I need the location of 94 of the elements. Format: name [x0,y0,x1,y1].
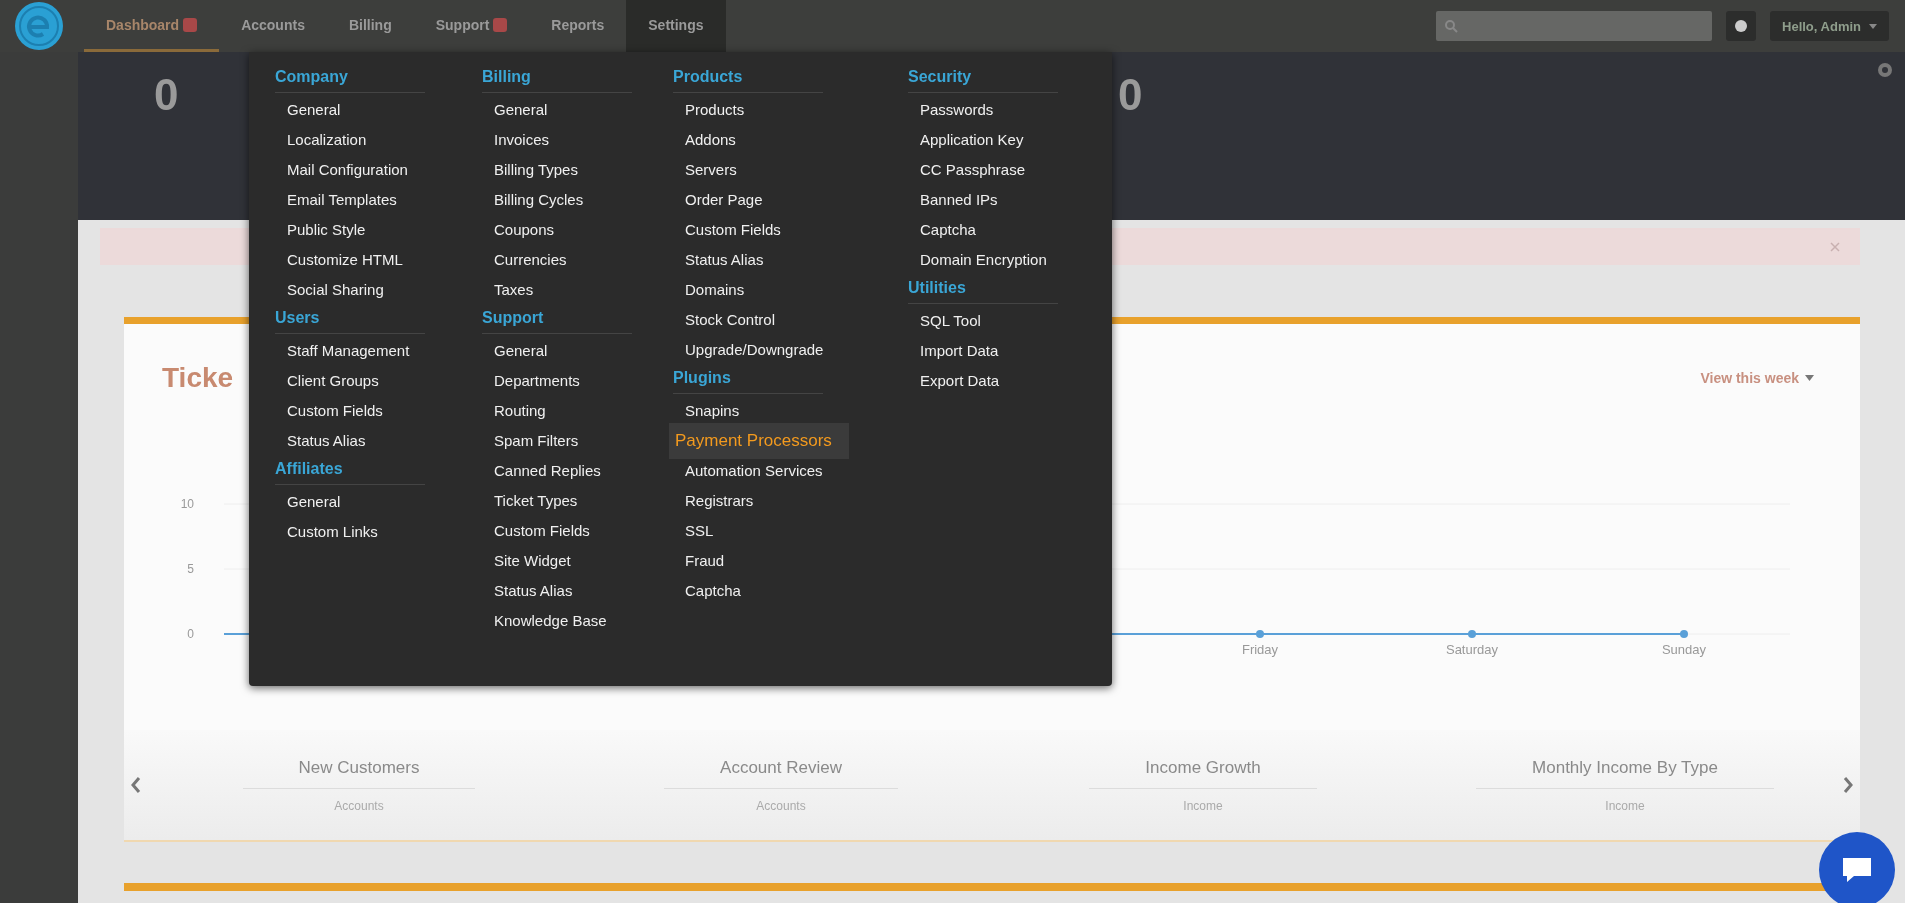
menu-item[interactable]: Social Sharing [275,275,396,305]
caret-icon [1869,23,1877,29]
circle-icon [1735,20,1748,32]
logo-icon[interactable] [13,0,65,52]
menu-item[interactable]: Spam Filters [482,426,591,456]
menu-item[interactable]: Departments [482,366,592,396]
nav-tab[interactable]: Settings [626,0,726,52]
menu-item[interactable]: Client Groups [275,366,391,396]
menu-item[interactable]: Knowledge Base [482,606,619,636]
menu-item[interactable]: Coupons [482,215,567,245]
menu-item[interactable]: Status Alias [482,576,585,606]
menu-item[interactable]: Ticket Types [482,486,590,516]
menu-item[interactable]: Staff Management [275,336,422,366]
menu-item[interactable]: Billing Cycles [482,185,596,215]
menu-item[interactable]: Snapins [673,396,752,426]
search-icon [1444,19,1459,33]
settings-icon[interactable] [1877,62,1893,78]
nav-tab[interactable]: Support [413,0,530,52]
menu-section-heading: Products [673,68,823,93]
chevron-right-icon[interactable] [1843,777,1853,793]
y-axis-label: 0 [187,627,194,641]
x-axis-label: Saturday [1446,642,1498,657]
menu-item[interactable]: Status Alias [673,245,776,275]
menu-item[interactable]: Registrars [673,486,766,516]
menu-item[interactable]: Captcha [908,215,988,245]
chevron-left-icon[interactable] [131,777,141,793]
menu-item[interactable]: General [275,95,353,125]
menu-item[interactable]: Custom Links [275,517,390,547]
menu-section-heading: Billing [482,68,632,93]
menu-item[interactable]: Captcha [673,576,753,606]
menu-section-heading: Affiliates [275,460,425,485]
user-menu-button[interactable]: Hello, Admin [1770,11,1889,41]
menu-item[interactable]: Fraud [673,546,737,576]
stat-value: 0 [1118,70,1143,120]
menu-item[interactable]: Application Key [908,125,1036,155]
nav-tab[interactable]: Accounts [219,0,327,52]
menu-section-heading: Support [482,309,632,334]
menu-section-heading: Utilities [908,279,1058,304]
menu-item[interactable]: Custom Fields [482,516,602,546]
menu-section-heading: Company [275,68,425,93]
menu-item[interactable]: Order Page [673,185,775,215]
menu-item[interactable]: Payment Processors [669,423,849,459]
menu-section-heading: Plugins [673,369,823,394]
menu-item[interactable]: Custom Fields [673,215,793,245]
x-axis-label: Friday [1241,642,1279,657]
chat-icon [1840,855,1874,885]
notifications-button[interactable] [1726,11,1757,41]
caret-icon [1805,375,1814,381]
menu-section-heading: Security [908,68,1058,93]
search-field[interactable] [1436,11,1713,41]
menu-item[interactable]: Site Widget [482,546,583,576]
menu-item[interactable]: Export Data [908,366,1012,396]
report-category: Income [1605,798,1645,813]
menu-item[interactable]: Localization [275,125,379,155]
x-axis-label: Sunday [1661,642,1707,657]
menu-item[interactable]: Public Style [275,215,378,245]
menu-item[interactable]: Invoices [482,125,562,155]
menu-item[interactable]: Passwords [908,95,1006,125]
menu-item[interactable]: General [482,95,560,125]
menu-item[interactable]: Canned Replies [482,456,613,486]
card-title: Ticke [162,362,234,394]
menu-item[interactable]: SQL Tool [908,306,993,336]
menu-item[interactable]: Customize HTML [275,245,415,275]
menu-item[interactable]: Products [673,95,757,125]
menu-item[interactable]: Billing Types [482,155,590,185]
menu-item[interactable]: Upgrade/Downgrade [673,335,836,365]
menu-item[interactable]: Currencies [482,245,579,275]
y-axis-label: 5 [187,562,194,576]
menu-item[interactable]: Automation Services [673,456,835,486]
menu-item[interactable]: Import Data [908,336,1011,366]
report-category: Income [1183,798,1223,813]
nav-tab[interactable]: Billing [326,0,414,52]
nav-tab[interactable]: Reports [529,0,627,52]
report-category: Accounts [334,798,384,813]
menu-item[interactable]: Email Templates [275,185,409,215]
menu-item[interactable]: Taxes [482,275,546,305]
menu-item[interactable]: Addons [673,125,748,155]
menu-item[interactable]: Routing [482,396,558,426]
menu-item[interactable]: General [482,336,560,366]
menu-section-heading: Users [275,309,425,334]
menu-item[interactable]: Mail Configuration [275,155,420,185]
menu-item[interactable]: Stock Control [673,305,788,335]
menu-item[interactable]: Servers [673,155,749,185]
y-axis-label: 10 [180,497,194,511]
menu-item[interactable]: SSL [673,516,726,546]
menu-item[interactable]: Domains [673,275,757,305]
report-category: Accounts [756,798,806,813]
menu-item[interactable]: CC Passphrase [908,155,1038,185]
menu-item[interactable]: Banned IPs [908,185,1010,215]
menu-item[interactable]: Domain Encryption [908,245,1059,275]
menu-item[interactable]: Custom Fields [275,396,395,426]
menu-item[interactable]: Status Alias [275,426,378,456]
stat-value: 0 [154,70,179,120]
menu-item[interactable]: General [275,487,353,517]
